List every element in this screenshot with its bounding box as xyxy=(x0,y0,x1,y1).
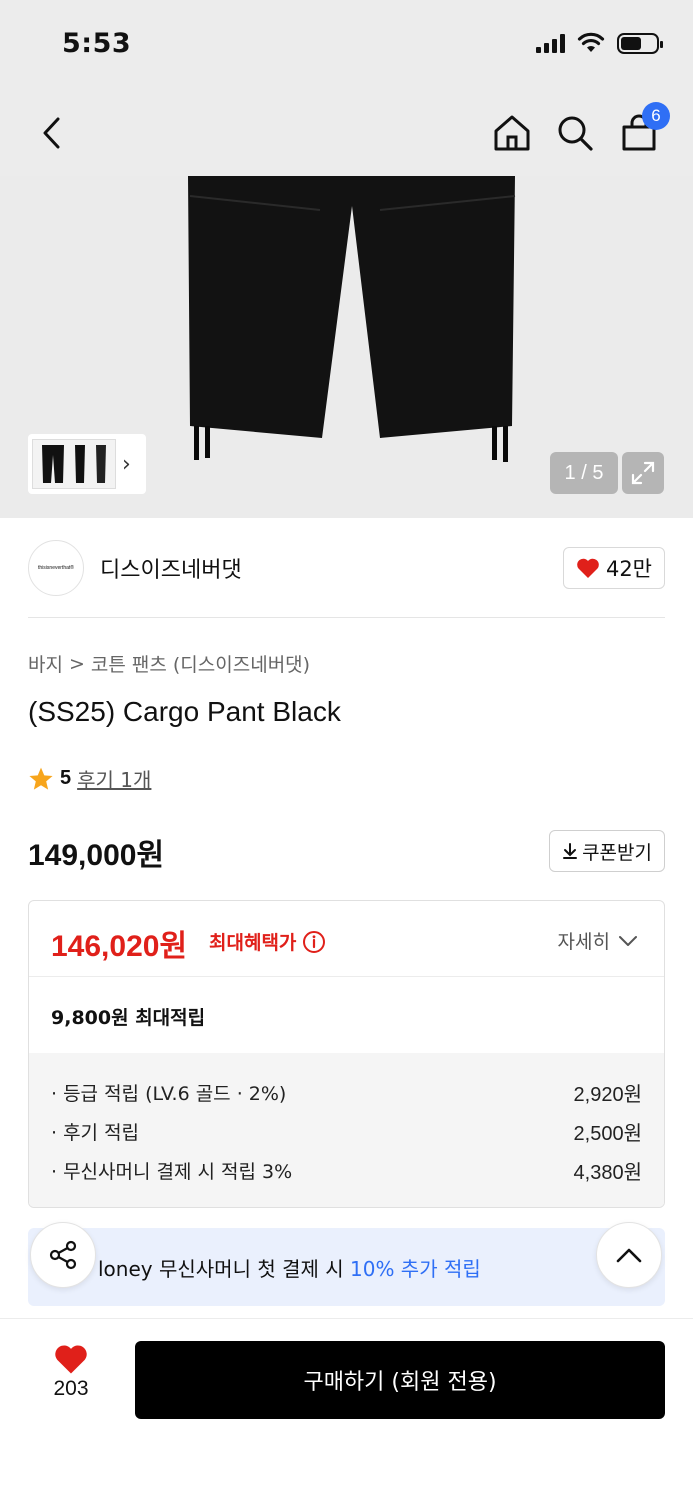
top-nav-bar: 6 xyxy=(0,88,693,176)
brand-row: thisisneverthat® 디스이즈네버댓 42만 xyxy=(28,518,665,618)
cart-count-badge: 6 xyxy=(642,102,670,130)
promo-text: loney 무신사머니 첫 결제 시 10% 추가 적립 xyxy=(98,1257,481,1281)
max-benefit-price: 146,020원 xyxy=(51,930,188,963)
signal-icon xyxy=(536,33,565,53)
buy-button[interactable]: 구매하기 (회원 전용) xyxy=(135,1341,665,1419)
star-icon xyxy=(29,767,53,790)
image-counter: 1 / 5 xyxy=(550,452,618,494)
wishlist-count: 203 xyxy=(53,1377,89,1400)
share-button[interactable] xyxy=(30,1222,96,1288)
search-button[interactable] xyxy=(550,108,600,158)
info-icon[interactable] xyxy=(302,930,326,954)
home-icon xyxy=(494,115,530,151)
breadcrumb-category[interactable]: 바지 xyxy=(28,650,63,677)
benefit-box: 146,020원 최대혜택가 자세히 9,800원 최대적립 · 등급 적립 (… xyxy=(28,900,665,1208)
product-image-gallery[interactable]: › 1 / 5 xyxy=(0,176,693,518)
share-icon xyxy=(49,1240,77,1270)
heart-icon xyxy=(577,558,599,578)
rating-score: 5 xyxy=(60,767,72,789)
thumbnail-strip[interactable]: › xyxy=(28,434,146,494)
battery-icon xyxy=(617,32,663,54)
promo-highlight: 10% 추가 적립 xyxy=(350,1257,481,1281)
cart-button[interactable]: 6 xyxy=(614,102,670,158)
points-max: 9,800원 최대적립 xyxy=(51,1007,206,1029)
promo-banner[interactable]: loney 무신사머니 첫 결제 시 10% 추가 적립 xyxy=(28,1228,665,1306)
review-link[interactable]: 후기 1개 xyxy=(77,764,151,793)
back-button[interactable] xyxy=(26,108,76,158)
point-row-review: · 후기 적립 2,500원 xyxy=(51,1122,642,1145)
breadcrumb-subcategory[interactable]: 코튼 팬츠 (디스이즈네버댓) xyxy=(91,650,310,677)
breadcrumb: 바지 > 코튼 팬츠 (디스이즈네버댓) xyxy=(28,650,310,677)
wishlist-button[interactable]: 203 xyxy=(36,1343,106,1401)
heart-icon xyxy=(55,1345,87,1374)
expand-icon xyxy=(631,461,655,485)
brand-name[interactable]: 디스이즈네버댓 xyxy=(100,552,242,584)
points-list: · 등급 적립 (LV.6 골드 · 2%) 2,920원 · 후기 적립 2,… xyxy=(29,1053,664,1207)
status-bar: 5:53 xyxy=(0,0,693,88)
status-icons xyxy=(536,32,663,54)
rating-row: 5 후기 1개 xyxy=(28,764,151,793)
status-time: 5:53 xyxy=(62,28,132,59)
coupon-label: 쿠폰받기 xyxy=(582,841,652,864)
bottom-action-bar: 203 구매하기 (회원 전용) xyxy=(0,1318,693,1500)
chevron-left-icon xyxy=(43,117,60,149)
chevron-right-icon: › xyxy=(122,451,131,477)
brand-like-button[interactable]: 42만 xyxy=(562,547,665,589)
product-title: (SS25) Cargo Pant Black xyxy=(28,696,341,727)
coupon-download-button[interactable]: 쿠폰받기 xyxy=(549,830,665,872)
brand-like-count: 42만 xyxy=(605,557,652,581)
breadcrumb-separator: > xyxy=(68,652,85,675)
thumbnail-image xyxy=(32,439,116,489)
benefit-header: 146,020원 최대혜택가 자세히 xyxy=(29,901,664,977)
download-icon xyxy=(563,843,578,859)
home-button[interactable] xyxy=(487,108,537,158)
point-row-grade: · 등급 적립 (LV.6 골드 · 2%) 2,920원 xyxy=(51,1083,642,1106)
brand-logo[interactable]: thisisneverthat® xyxy=(28,540,84,596)
benefit-detail-toggle[interactable]: 자세히 xyxy=(558,927,638,954)
expand-image-button[interactable] xyxy=(622,452,664,494)
chevron-up-icon xyxy=(616,1248,642,1263)
max-benefit-label: 최대혜택가 xyxy=(209,928,326,955)
price-row: 149,000원 쿠폰받기 xyxy=(28,830,665,874)
scroll-top-button[interactable] xyxy=(596,1222,662,1288)
chevron-down-icon xyxy=(619,935,637,946)
search-icon xyxy=(558,116,593,151)
wifi-icon xyxy=(577,32,605,52)
product-price: 149,000원 xyxy=(28,839,165,872)
point-row-money: · 무신사머니 결제 시 적립 3% 4,380원 xyxy=(51,1161,642,1184)
